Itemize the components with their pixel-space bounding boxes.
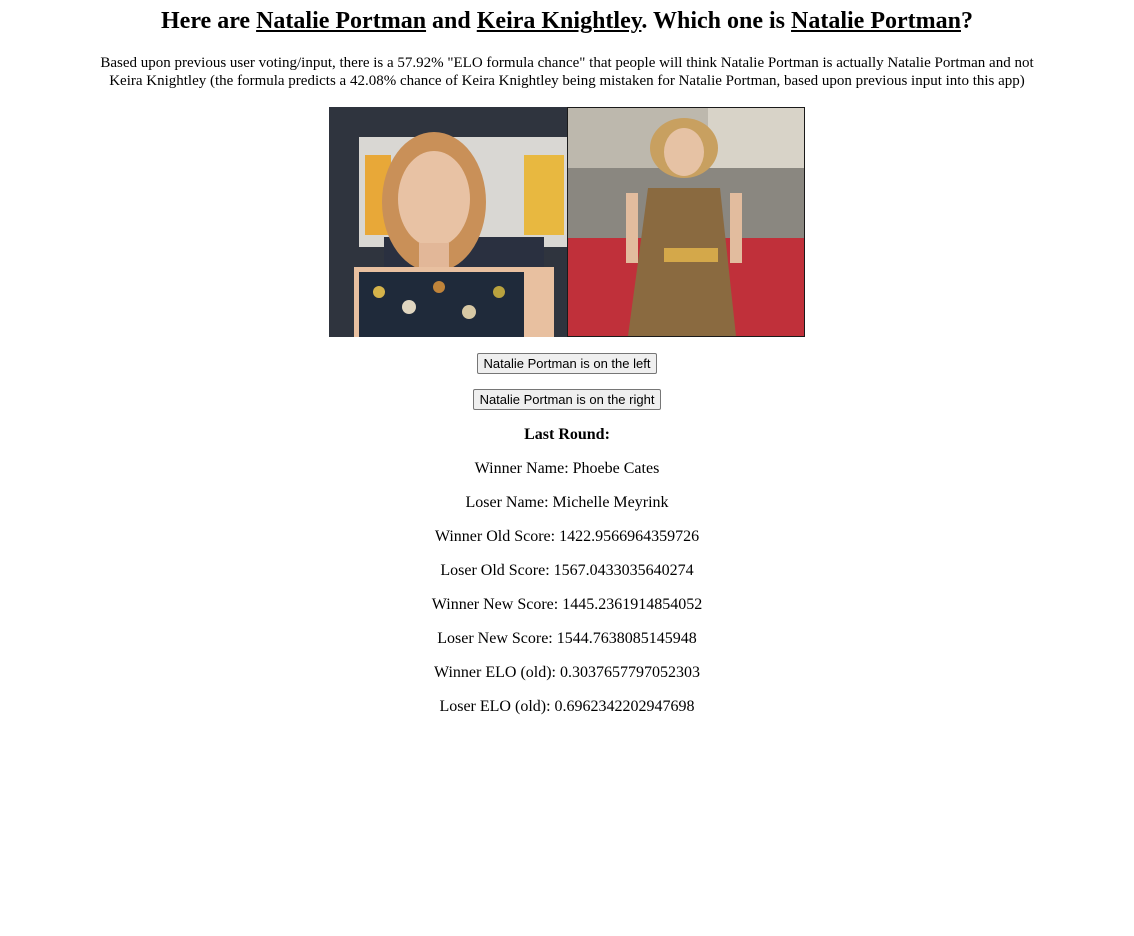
winner-elo-old: Winner ELO (old): 0.3037657797052303 (434, 664, 700, 681)
last-round-heading: Last Round: (524, 426, 610, 443)
link-name-b[interactable]: Keira Knightley (477, 8, 642, 34)
right-photo (567, 107, 805, 337)
link-name-a[interactable]: Natalie Portman (256, 8, 426, 34)
loser-old-score: Loser Old Score: 1567.0433035640274 (440, 562, 694, 579)
page-title: Here are Natalie Portman and Keira Knigh… (0, 0, 1134, 35)
title-prefix: Here are (161, 8, 257, 34)
title-and: and (426, 8, 477, 34)
loser-name: Loser Name: Michelle Meyrink (465, 494, 669, 511)
loser-elo-old: Loser ELO (old): 0.6962342202947698 (439, 698, 695, 715)
right-photo-illustration (568, 108, 804, 336)
title-end: ? (960, 8, 973, 34)
title-question: . Which one is (641, 8, 792, 34)
intro-text: Based upon previous user voting/input, t… (100, 55, 1034, 89)
natalie-on-left-button[interactable]: Natalie Portman is on the left (476, 353, 658, 374)
winner-new-score: Winner New Score: 1445.2361914854052 (431, 596, 703, 613)
page: Here are Natalie Portman and Keira Knigh… (0, 0, 1134, 716)
photo-pair (329, 107, 805, 337)
left-button-row: Natalie Portman is on the left (0, 353, 1134, 374)
winner-name: Winner Name: Phoebe Cates (474, 460, 660, 477)
natalie-on-right-button[interactable]: Natalie Portman is on the right (472, 389, 662, 410)
link-name-target[interactable]: Natalie Portman (791, 8, 961, 34)
left-photo (329, 107, 567, 337)
loser-new-score: Loser New Score: 1544.7638085145948 (437, 630, 697, 647)
left-photo-illustration (329, 107, 567, 337)
winner-old-score: Winner Old Score: 1422.9566964359726 (434, 528, 700, 545)
right-button-row: Natalie Portman is on the right (0, 389, 1134, 410)
